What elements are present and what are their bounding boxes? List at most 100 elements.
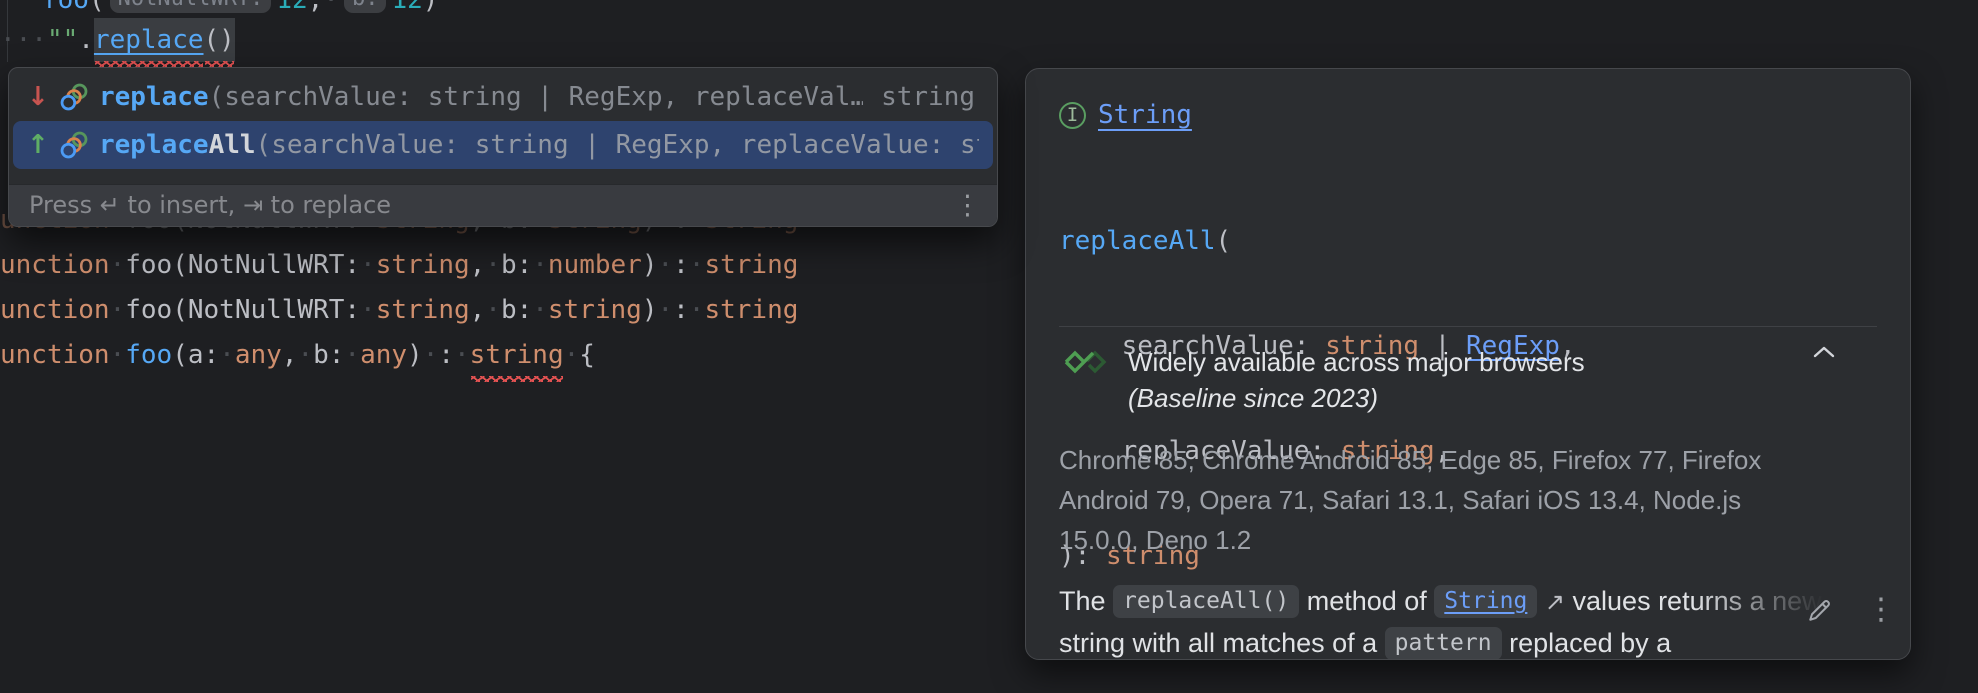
- description-line: The replaceAll() method of String ↗ valu…: [1059, 581, 1822, 623]
- baseline-title: Widely available across major browsers: [1128, 348, 1585, 376]
- code-token: ,: [308, 0, 324, 15]
- code-token: (): [204, 18, 235, 62]
- code-line-overload-number[interactable]: unction·foo(NotNullWRT:·string,·b:·numbe…: [0, 243, 1010, 287]
- code-token: (: [89, 0, 105, 15]
- method-icon: [59, 82, 89, 112]
- code-token: string: [376, 295, 470, 325]
- browser-support-list: Chrome 85, Chrome Android 85, Edge 85, F…: [1059, 440, 1859, 560]
- code-token: :: [673, 250, 689, 280]
- code-token: b:: [501, 295, 532, 325]
- code-token: ,: [470, 295, 486, 325]
- code-token: ·: [360, 295, 376, 325]
- code-token: 12: [391, 0, 422, 15]
- code-token: ·: [110, 340, 126, 370]
- chevron-up-icon[interactable]: [1812, 345, 1836, 359]
- code-token: ·: [689, 250, 705, 280]
- relevance-down-icon: ↓: [27, 82, 51, 112]
- completion-row-replaceall-selected[interactable]: ↑ replaceAll (searchValue: string | RegE…: [13, 121, 993, 169]
- code-token: ·: [360, 250, 376, 280]
- code-token: ·: [110, 250, 126, 280]
- code-token: ·: [110, 295, 126, 325]
- code-token: number: [548, 250, 642, 280]
- baseline-widely-available-icon: [1062, 348, 1108, 376]
- code-token: ·: [485, 250, 501, 280]
- code-token: pattern: [1385, 627, 1502, 660]
- code-token: b:: [313, 340, 344, 370]
- divider: [1059, 326, 1877, 327]
- code-token: replaced by a: [1502, 628, 1672, 658]
- code-line-replace-call[interactable]: ···"".replace(): [0, 18, 1010, 62]
- code-token: ·: [323, 0, 339, 15]
- more-options-icon[interactable]: ⋮: [954, 189, 981, 223]
- code-token: NotNullWRT:: [188, 250, 360, 280]
- code-token: ): [642, 250, 658, 280]
- code-token: unction: [0, 295, 110, 325]
- completion-popup: ↓ replace (searchValue: string | RegExp,…: [8, 67, 998, 227]
- external-link-icon: ↗: [1545, 589, 1565, 616]
- code-token: ···: [0, 25, 47, 55]
- code-token: ): [642, 295, 658, 325]
- code-token: :: [673, 295, 689, 325]
- completion-item-name: replaceAll: [99, 130, 256, 160]
- code-token: ·: [689, 295, 705, 325]
- code-token: unction: [0, 340, 110, 370]
- code-token: (: [172, 340, 188, 370]
- code-token: (: [172, 295, 188, 325]
- code-token: "": [47, 25, 78, 55]
- code-line-overload-string[interactable]: unction·foo(NotNullWRT:·string,·b:·strin…: [0, 288, 1010, 332]
- code-token: ·: [297, 340, 313, 370]
- code-token: ,: [282, 340, 298, 370]
- code-token: ·: [423, 340, 439, 370]
- code-token: string: [704, 295, 798, 325]
- baseline-subtitle: (Baseline since 2023): [1128, 384, 1378, 412]
- code-token: foo: [42, 0, 89, 15]
- code-line-implementation[interactable]: unction·foo(a:·any,·b:·any)·:·string·{: [0, 333, 1010, 377]
- description-line: string with all matches of a pattern rep…: [1059, 623, 1822, 660]
- code-token: string: [548, 295, 642, 325]
- signature-line: replaceAll(: [1059, 224, 1576, 259]
- code-token: string with all matches of a: [1059, 628, 1385, 658]
- code-token: method of: [1299, 586, 1434, 616]
- documentation-popup: I String replaceAll( searchValue: string…: [1025, 68, 1911, 660]
- code-token: ): [423, 0, 439, 15]
- completing-token-replace: replace: [94, 18, 204, 62]
- error-token-string: string: [470, 333, 564, 377]
- code-token: ·: [657, 295, 673, 325]
- doc-header: I String: [1059, 100, 1192, 130]
- string-doc-link[interactable]: String: [1434, 585, 1537, 618]
- code-token: (: [172, 250, 188, 280]
- relevance-up-icon: ↑: [27, 130, 51, 160]
- code-token: {: [579, 340, 595, 370]
- code-token: ·: [657, 250, 673, 280]
- code-token: ·: [344, 340, 360, 370]
- code-token: string: [704, 250, 798, 280]
- type-link-string[interactable]: String: [1098, 100, 1192, 130]
- code-token: a:: [188, 340, 219, 370]
- completion-footer-hint: Press ↵ to insert, ⇥ to replace ⋮: [9, 184, 997, 226]
- code-token: string: [376, 250, 470, 280]
- code-token: unction: [0, 250, 110, 280]
- code-token: replace: [99, 130, 209, 160]
- code-token: ·: [454, 340, 470, 370]
- code-token: any: [235, 340, 282, 370]
- code-token: ): [407, 340, 423, 370]
- code-token: foo: [125, 340, 172, 370]
- inlay-hint-b: b:: [344, 0, 387, 13]
- code-token: [1537, 586, 1545, 616]
- completion-item-return-type: string: [881, 82, 979, 112]
- code-token: ·: [532, 250, 548, 280]
- code-token: ·: [532, 295, 548, 325]
- completion-row-replace[interactable]: ↓ replace (searchValue: string | RegExp,…: [13, 73, 993, 121]
- code-token: ·: [219, 340, 235, 370]
- interface-icon: I: [1059, 102, 1086, 129]
- footer-hint-text: Press ↵ to insert, ⇥ to replace: [29, 191, 391, 219]
- more-options-icon[interactable]: ⋮: [1866, 591, 1896, 629]
- code-token: values returns a new: [1565, 586, 1822, 616]
- code-token: All: [209, 130, 256, 160]
- edit-icon[interactable]: [1805, 595, 1835, 625]
- code-token: :: [438, 340, 454, 370]
- completion-item-signature: (searchValue: string | RegExp, replaceVa…: [209, 82, 864, 112]
- code-token: NotNullWRT:: [188, 295, 360, 325]
- code-token: replaceAll: [1059, 226, 1216, 256]
- doc-description: The replaceAll() method of String ↗ valu…: [1059, 581, 1822, 660]
